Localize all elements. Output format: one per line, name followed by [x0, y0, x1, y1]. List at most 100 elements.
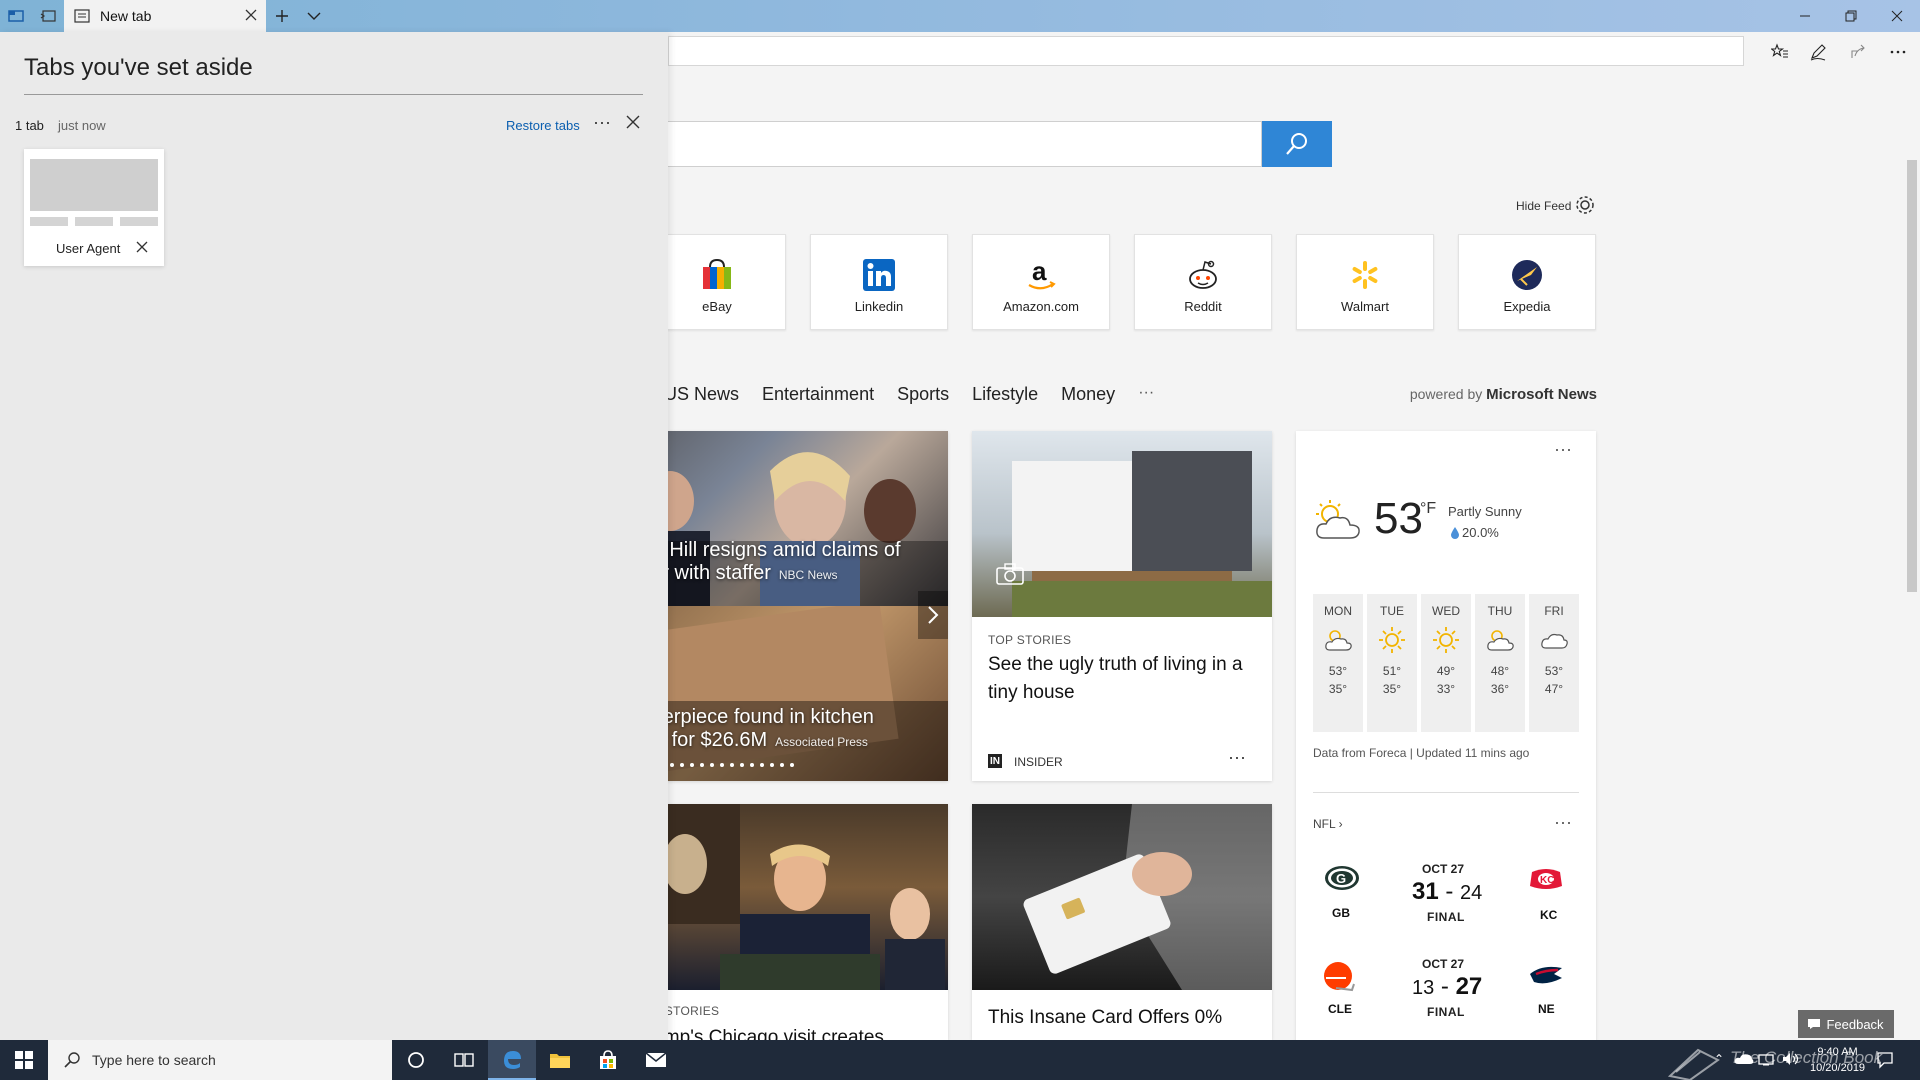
action-center-icon[interactable] [1876, 1051, 1894, 1074]
partly-cloudy-icon [1485, 626, 1515, 654]
nav-more[interactable]: ··· [1138, 384, 1154, 405]
story-card-credit[interactable]: This Insane Card Offers 0% [972, 804, 1272, 1040]
partly-sunny-icon [1312, 498, 1364, 547]
mail-icon[interactable] [632, 1040, 680, 1080]
partly-cloudy-icon [1323, 626, 1353, 654]
weather-source: Data from Foreca | Updated 11 mins ago [1313, 746, 1530, 760]
windows-start-icon[interactable] [0, 1040, 48, 1080]
new-tab-icon[interactable] [272, 6, 292, 26]
game-date: OCT 27 [1422, 957, 1465, 971]
feedback-button[interactable]: Feedback [1798, 1010, 1894, 1038]
aside-tab-thumbnail[interactable]: User Agent [24, 149, 164, 266]
nav-us-news[interactable]: US News [664, 384, 739, 405]
chiefs-logo-icon: KC [1528, 866, 1564, 897]
tab-preview-chevron-icon[interactable] [304, 6, 324, 26]
story-headline[interactable]: This Insane Card Offers 0% [988, 1004, 1260, 1032]
game-status: FINAL [1427, 1005, 1465, 1019]
favorites-icon[interactable] [1768, 40, 1792, 64]
forecast-day[interactable]: WED 49° 33° [1421, 594, 1471, 732]
forecast-day[interactable]: TUE 51° 35° [1367, 594, 1417, 732]
story-image [630, 804, 948, 990]
nav-money[interactable]: Money [1061, 384, 1115, 405]
store-icon[interactable] [584, 1040, 632, 1080]
weather-unit[interactable]: °F [1420, 500, 1436, 518]
quick-link-walmart[interactable]: Walmart [1296, 234, 1434, 330]
quick-link-expedia[interactable]: Expedia [1458, 234, 1596, 330]
cortana-icon[interactable] [392, 1040, 440, 1080]
restore-icon[interactable] [1828, 0, 1874, 32]
web-search-input[interactable] [600, 121, 1262, 167]
scrollbar-thumb[interactable] [1907, 160, 1917, 592]
tile-label: Walmart [1341, 299, 1389, 314]
nav-sports[interactable]: Sports [897, 384, 949, 405]
nfl-link[interactable]: NFL › [1313, 817, 1343, 831]
taskbar: Type here to search The Collection Book … [0, 1040, 1920, 1080]
tab-new-tab[interactable]: New tab [64, 0, 266, 32]
tabs-aside-icon[interactable] [6, 6, 26, 26]
weather-temp: 53 [1374, 494, 1423, 543]
set-tabs-aside-icon[interactable] [38, 6, 58, 26]
scrollbar[interactable] [1903, 72, 1920, 1040]
taskbar-search-box[interactable]: Type here to search [48, 1040, 392, 1080]
story-headline[interactable]: See the ugly truth of living in a tiny h… [988, 651, 1260, 707]
search-button[interactable] [1262, 121, 1332, 167]
carousel-headline-2[interactable]: asterpiece found in kitchen ells for $26… [636, 706, 874, 752]
nav-lifestyle[interactable]: Lifestyle [972, 384, 1038, 405]
carousel-card[interactable]: ep. Hill resigns amid claims of ffair wi… [630, 431, 948, 781]
edge-icon[interactable] [488, 1040, 536, 1080]
preview-bar [75, 217, 113, 226]
tray-chevron-icon[interactable]: ⌃ [1714, 1052, 1724, 1066]
weather-more-icon[interactable]: ··· [1554, 439, 1572, 460]
nav-entertainment[interactable]: Entertainment [762, 384, 874, 405]
tray-clock[interactable]: 9:40 AM 10/20/2019 [1810, 1044, 1865, 1076]
minimize-icon[interactable] [1782, 0, 1828, 32]
story-more-icon[interactable]: ··· [1228, 747, 1246, 768]
quick-link-amazon[interactable]: a Amazon.com [972, 234, 1110, 330]
carousel-headline-1[interactable]: ep. Hill resigns amid claims of ffair wi… [636, 539, 901, 585]
story-card-tiny-house[interactable]: TOP STORIES See the ugly truth of living… [972, 431, 1272, 781]
task-view-icon[interactable] [440, 1040, 488, 1080]
nfl-more-icon[interactable]: ··· [1554, 812, 1572, 833]
volume-icon[interactable] [1782, 1052, 1800, 1071]
story-headline[interactable]: Trump's Chicago visit creates [636, 1024, 936, 1040]
amazon-logo-icon: a [1023, 257, 1059, 293]
restore-tabs-link[interactable]: Restore tabs [506, 118, 580, 133]
network-icon[interactable] [1758, 1052, 1776, 1071]
close-window-icon[interactable] [1874, 0, 1920, 32]
close-tab-icon[interactable] [244, 8, 258, 27]
story-card-trump[interactable]: TOP STORIES Trump's Chicago visit create… [630, 804, 948, 1040]
powered-brand[interactable]: Microsoft News [1486, 386, 1597, 403]
carousel-next-icon[interactable] [918, 591, 948, 639]
preview-bar [30, 217, 68, 226]
forecast-day[interactable]: THU 48° 36° [1475, 594, 1525, 732]
aside-more-icon[interactable]: ··· [593, 112, 611, 133]
gear-icon[interactable] [1574, 194, 1596, 221]
quick-link-reddit[interactable]: Reddit [1134, 234, 1272, 330]
close-icon[interactable] [136, 240, 148, 258]
svg-text:G: G [1336, 871, 1346, 886]
forecast-day[interactable]: MON 53° 35° [1313, 594, 1363, 732]
team-away: KC [1540, 908, 1558, 922]
address-bar[interactable] [668, 36, 1744, 66]
story-source[interactable]: INSIDER [1014, 755, 1063, 769]
tab-count: 1 tab [15, 118, 44, 133]
chevron-right-icon: › [1338, 817, 1343, 831]
onedrive-icon[interactable] [1734, 1052, 1754, 1071]
more-icon[interactable] [1886, 40, 1910, 64]
file-explorer-icon[interactable] [536, 1040, 584, 1080]
share-icon[interactable] [1846, 40, 1870, 64]
carousel-image-1: ep. Hill resigns amid claims of ffair wi… [630, 431, 948, 606]
clock-date: 10/20/2019 [1810, 1062, 1866, 1074]
quick-link-ebay[interactable]: eBay [648, 234, 786, 330]
hide-feed-link[interactable]: Hide Feed [1516, 199, 1571, 213]
pen-icon[interactable] [1806, 40, 1830, 64]
quick-link-linkedin[interactable]: Linkedin [810, 234, 948, 330]
forecast-day[interactable]: FRI 53° 47° [1529, 594, 1579, 732]
game-score[interactable]: 31 - 24 [1412, 878, 1482, 906]
game-score[interactable]: 13 - 27 [1412, 973, 1482, 1001]
cloudy-icon [1539, 626, 1569, 654]
close-icon[interactable] [626, 115, 640, 134]
ebay-logo-icon [699, 257, 735, 293]
story-image [972, 431, 1272, 617]
set-aside-time: just now [58, 118, 106, 133]
